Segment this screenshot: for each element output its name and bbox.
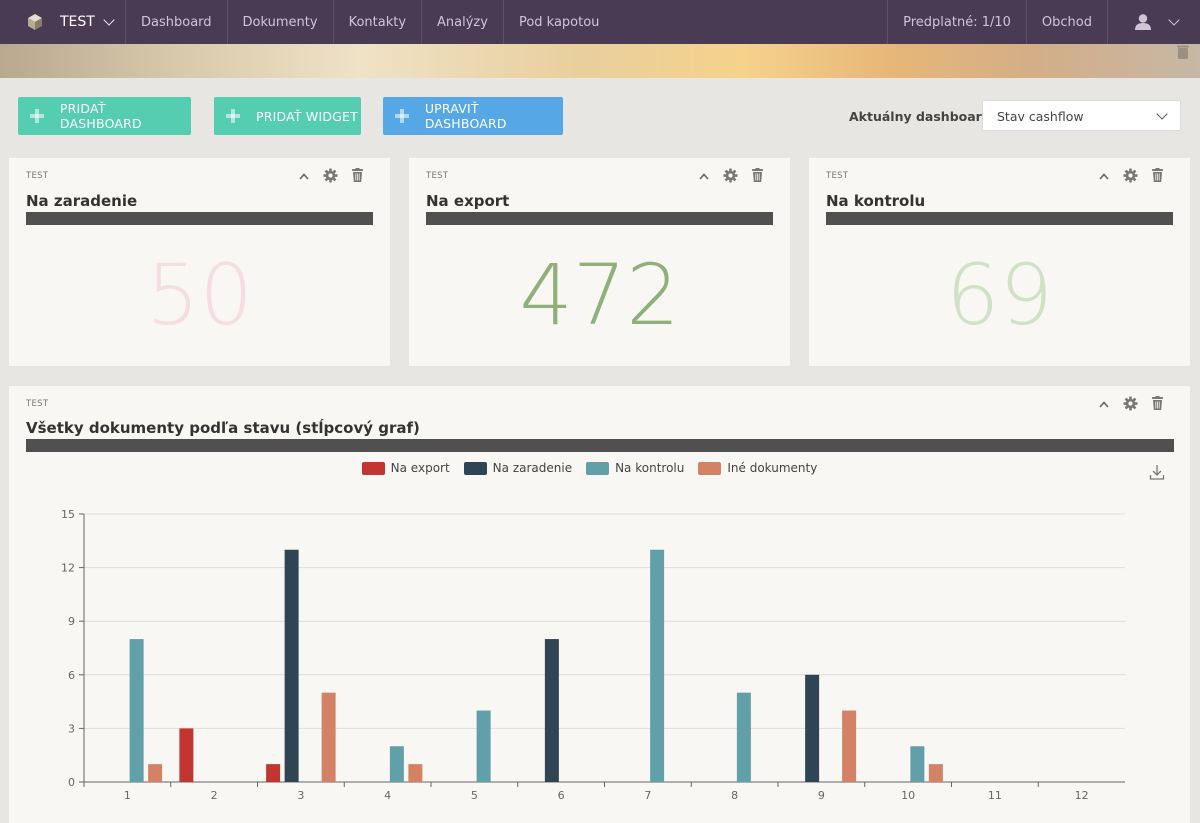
collapse-icon[interactable] xyxy=(1098,172,1110,180)
bar xyxy=(284,549,299,782)
bar-chart: 036912151 2 3 4 5 6 7 8 9 10 11 12 xyxy=(61,508,1125,802)
bar xyxy=(650,549,665,782)
x-tick-label: 10 xyxy=(901,789,915,802)
nav-item-dokumenty[interactable]: Dokumenty xyxy=(228,0,334,44)
gear-icon[interactable] xyxy=(723,168,738,183)
nav-item-dashboard[interactable]: Dashboard xyxy=(126,0,228,44)
widget-title: Na export xyxy=(426,192,510,210)
y-tick-label: 9 xyxy=(68,615,75,628)
shop-link[interactable]: Obchod xyxy=(1025,0,1107,44)
subscription-link[interactable]: Predplatné: 1/10 xyxy=(887,0,1026,44)
brand-name: TEST xyxy=(60,14,95,30)
bar xyxy=(476,710,491,782)
trash-icon[interactable] xyxy=(351,168,364,183)
collapse-icon[interactable] xyxy=(698,172,710,180)
nav-item-pod-kapotou[interactable]: Pod kapotou xyxy=(504,0,614,44)
add-dashboard-label: PRIDAŤ DASHBOARD xyxy=(59,101,142,131)
x-tick-label: 6 xyxy=(558,789,565,802)
widget-title-bar xyxy=(26,212,373,225)
widget-na-kontrolu: TEST Na kontrolu 69 xyxy=(809,158,1190,366)
widget-tag: TEST xyxy=(426,171,449,181)
bar xyxy=(389,746,404,782)
chevron-down-icon xyxy=(1156,108,1168,120)
plus-icon xyxy=(226,109,240,123)
x-tick-label: 4 xyxy=(384,789,391,802)
widget-title: Na zaradenie xyxy=(26,192,138,210)
top-navbar: TEST Dashboard Dokumenty Kontakty Analýz… xyxy=(0,0,1200,44)
x-tick-label: 11 xyxy=(988,789,1002,802)
bar xyxy=(321,692,336,782)
plus-icon xyxy=(30,109,44,123)
header-banner xyxy=(0,44,1200,78)
bar xyxy=(408,764,423,782)
edit-dashboard-label: UPRAVIŤ DASHBOARD xyxy=(424,101,507,131)
current-dashboard-label: Aktuálny dashboard xyxy=(849,109,991,124)
widget-value: 50 xyxy=(146,246,253,344)
widget-title-bar xyxy=(426,212,773,225)
bar xyxy=(148,764,163,782)
widget-value: 472 xyxy=(519,246,680,344)
widget-title-bar xyxy=(826,212,1173,225)
collapse-icon[interactable] xyxy=(298,172,310,180)
bar xyxy=(544,639,559,782)
x-tick-label: 2 xyxy=(211,789,218,802)
widget-na-zaradenie: TEST Na zaradenie 50 xyxy=(9,158,390,366)
bar xyxy=(129,639,144,782)
cube-logo-icon xyxy=(28,14,42,30)
bar xyxy=(805,674,820,782)
widget-title: Na kontrolu xyxy=(826,192,926,210)
trash-icon[interactable] xyxy=(1151,168,1164,183)
widget-controls xyxy=(298,168,364,183)
x-tick-label: 8 xyxy=(731,789,738,802)
y-tick-label: 15 xyxy=(61,508,75,521)
bar xyxy=(928,764,943,782)
y-tick-label: 6 xyxy=(68,669,75,682)
x-tick-label: 1 xyxy=(124,789,131,802)
bar xyxy=(179,728,194,782)
widget-tag: TEST xyxy=(26,171,49,181)
bar xyxy=(842,710,857,782)
widget-tag: TEST xyxy=(826,171,849,181)
add-widget-label: PRIDAŤ WIDGET xyxy=(256,108,358,124)
x-tick-label: 9 xyxy=(818,789,825,802)
trash-icon[interactable] xyxy=(751,168,764,183)
user-icon xyxy=(1135,14,1151,30)
add-widget-button[interactable]: PRIDAŤ WIDGET xyxy=(214,97,361,135)
y-tick-label: 3 xyxy=(68,722,75,735)
gear-icon[interactable] xyxy=(1123,168,1138,183)
y-tick-label: 0 xyxy=(68,776,75,789)
x-tick-label: 3 xyxy=(297,789,304,802)
current-dashboard-select[interactable]: Stav cashflow xyxy=(982,100,1181,131)
edit-dashboard-button[interactable]: UPRAVIŤ DASHBOARD xyxy=(383,97,563,135)
widget-na-export: TEST Na export 472 xyxy=(409,158,790,366)
user-menu[interactable] xyxy=(1107,0,1200,44)
trash-icon[interactable] xyxy=(1176,44,1190,60)
bar xyxy=(736,692,751,782)
current-dashboard-value: Stav cashflow xyxy=(997,109,1084,124)
widget-controls xyxy=(698,168,764,183)
nav-item-kontakty[interactable]: Kontakty xyxy=(334,0,423,44)
bar xyxy=(266,764,281,782)
x-tick-label: 12 xyxy=(1075,789,1089,802)
chevron-down-icon xyxy=(103,14,115,26)
gear-icon[interactable] xyxy=(323,168,338,183)
plus-icon xyxy=(395,109,409,123)
widget-chart: TEST Všetky dokumenty podľa stavu (stĺpc… xyxy=(9,386,1190,823)
nav-item-analyzy[interactable]: Analýzy xyxy=(422,0,504,44)
brand-switcher[interactable]: TEST xyxy=(0,0,126,44)
x-tick-label: 5 xyxy=(471,789,478,802)
widget-controls xyxy=(1098,168,1164,183)
widget-value: 69 xyxy=(946,246,1053,344)
add-dashboard-button[interactable]: PRIDAŤ DASHBOARD xyxy=(18,97,191,135)
x-tick-label: 7 xyxy=(644,789,651,802)
bar xyxy=(910,746,925,782)
y-tick-label: 12 xyxy=(61,562,75,575)
chevron-down-icon xyxy=(1168,14,1180,26)
